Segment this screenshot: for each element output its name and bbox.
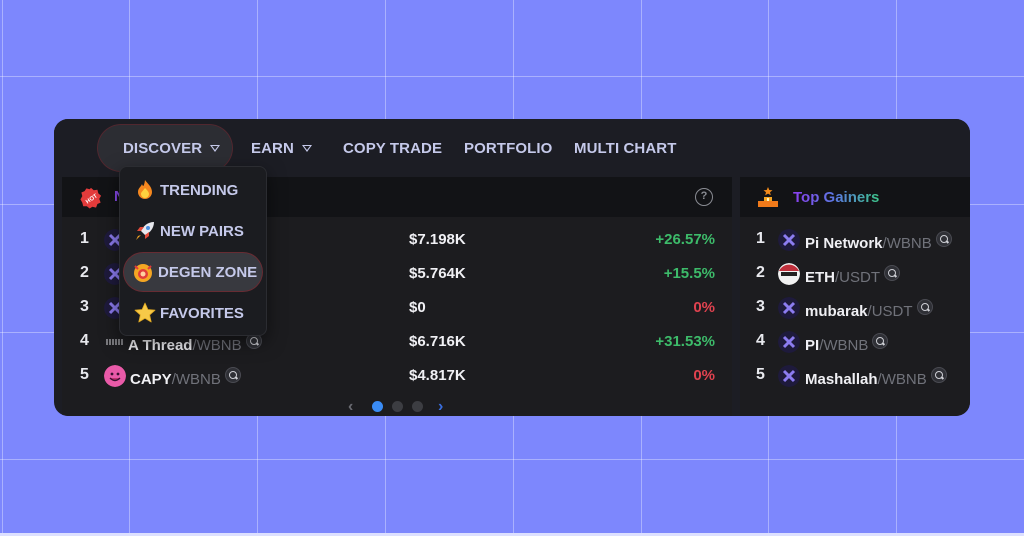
podium-icon (758, 187, 778, 207)
nav-multi-chart-label: MULTI CHART (574, 139, 677, 157)
x-token-icon (778, 331, 800, 353)
nav-multi-chart[interactable]: MULTI CHART (574, 119, 676, 177)
change: 0% (693, 299, 715, 316)
price: $6.716K (409, 333, 466, 350)
nav-portfolio[interactable]: PORTFOLIO (464, 119, 552, 177)
menu-item-trending[interactable]: TRENDING (126, 171, 260, 209)
rank: 3 (756, 298, 765, 315)
change: +15.5% (663, 265, 715, 282)
pair-base: Mashallah (805, 371, 878, 388)
pair-base: CAPY (130, 371, 172, 388)
pair-quote: /WBNB (171, 371, 221, 388)
rank: 4 (756, 332, 765, 349)
pagination: ‹ › (346, 397, 456, 416)
degen-face-icon (134, 264, 152, 282)
top-gainers-panel: Top Gainers 1 Pi Network/WBNB 2 ETH/USDT… (740, 177, 970, 416)
table-row[interactable]: 5 CAPY/WBNB $4.817K 0% (62, 359, 732, 393)
hot-badge-icon: HOT (80, 187, 102, 209)
page-dot[interactable] (412, 401, 423, 412)
rank: 5 (80, 366, 89, 383)
price: $0 (409, 299, 426, 316)
search-icon[interactable] (935, 231, 952, 247)
rank: 2 (756, 264, 765, 281)
change: +31.53% (655, 333, 715, 350)
search-icon[interactable] (224, 367, 241, 383)
search-icon[interactable] (930, 367, 947, 383)
page-dot-active[interactable] (372, 401, 383, 412)
pair-quote: /WBNB (882, 235, 932, 252)
price: $7.198K (409, 231, 466, 248)
next-page-arrow[interactable]: › (438, 398, 443, 416)
eth-token-icon (778, 263, 800, 285)
caret-down-icon (301, 144, 312, 152)
caret-down-icon (210, 144, 221, 152)
menu-item-degen-zone[interactable]: DEGEN ZONE (124, 253, 262, 291)
rank: 4 (80, 332, 89, 349)
menu-item-favorites[interactable]: FAVORITES (126, 294, 260, 332)
pair-quote: /USDT (867, 303, 913, 320)
page-dot[interactable] (392, 401, 403, 412)
discover-dropdown: TRENDING NEW PAIRS DEGEN ZONE FAVORITES (119, 166, 267, 336)
menu-item-label: FAVORITES (160, 304, 244, 322)
help-icon[interactable]: ? (695, 188, 713, 206)
pair-quote: /WBNB (819, 337, 869, 354)
gainer-row[interactable]: 4 PI/WBNB (740, 325, 970, 359)
grid-line (0, 459, 1024, 460)
search-icon[interactable] (916, 299, 933, 315)
price: $5.764K (409, 265, 466, 282)
grid-line (2, 0, 3, 536)
capy-token-icon (104, 365, 126, 387)
change: 0% (693, 367, 715, 384)
gainer-row[interactable]: 1 Pi Network/WBNB (740, 223, 970, 257)
rank: 1 (756, 230, 765, 247)
pair-quote: /WBNB (877, 371, 927, 388)
gainer-row[interactable]: 3 mubarak/USDT (740, 291, 970, 325)
search-icon[interactable] (884, 265, 900, 281)
change: +26.57% (655, 231, 715, 248)
fire-icon (138, 180, 152, 199)
prev-page-arrow[interactable]: ‹ (348, 398, 353, 416)
price: $4.817K (409, 367, 466, 384)
pair-base: A Thread (128, 337, 193, 354)
gainer-row[interactable]: 5 Mashallah/WBNB (740, 359, 970, 393)
rank: 3 (80, 298, 89, 315)
nav-portfolio-label: PORTFOLIO (464, 139, 553, 157)
rank: 2 (80, 264, 89, 281)
nav-discover[interactable]: DISCOVER (98, 125, 232, 171)
pair-quote: /WBNB (192, 337, 242, 354)
pair-base: mubarak (805, 303, 868, 320)
menu-item-label: NEW PAIRS (160, 222, 244, 240)
menu-item-label: TRENDING (160, 181, 239, 199)
nav-earn-label: EARN (251, 139, 294, 157)
pair-quote: /USDT (835, 269, 880, 286)
pair-base: ETH (805, 269, 835, 286)
x-token-icon (778, 297, 800, 319)
menu-item-label: DEGEN ZONE (158, 263, 258, 281)
grid-line (0, 76, 1024, 77)
pair-base: PI (805, 337, 820, 354)
x-token-icon (778, 365, 800, 387)
star-icon (134, 302, 156, 323)
nav-discover-label: DISCOVER (123, 139, 203, 157)
gainer-row[interactable]: 2 ETH/USDT (740, 257, 970, 291)
nav-copy-trade-label: COPY TRADE (343, 139, 443, 157)
x-token-icon (778, 229, 800, 251)
search-icon[interactable] (872, 333, 889, 349)
pair-base: Pi Network (805, 235, 883, 252)
rank: 1 (80, 230, 89, 247)
rocket-icon (136, 222, 154, 240)
nav-copy-trade[interactable]: COPY TRADE (343, 119, 442, 177)
menu-item-new-pairs[interactable]: NEW PAIRS (126, 212, 260, 250)
rank: 5 (756, 366, 765, 383)
top-gainers-title: Top Gainers (793, 189, 880, 206)
top-gainers-header: Top Gainers (740, 177, 970, 217)
